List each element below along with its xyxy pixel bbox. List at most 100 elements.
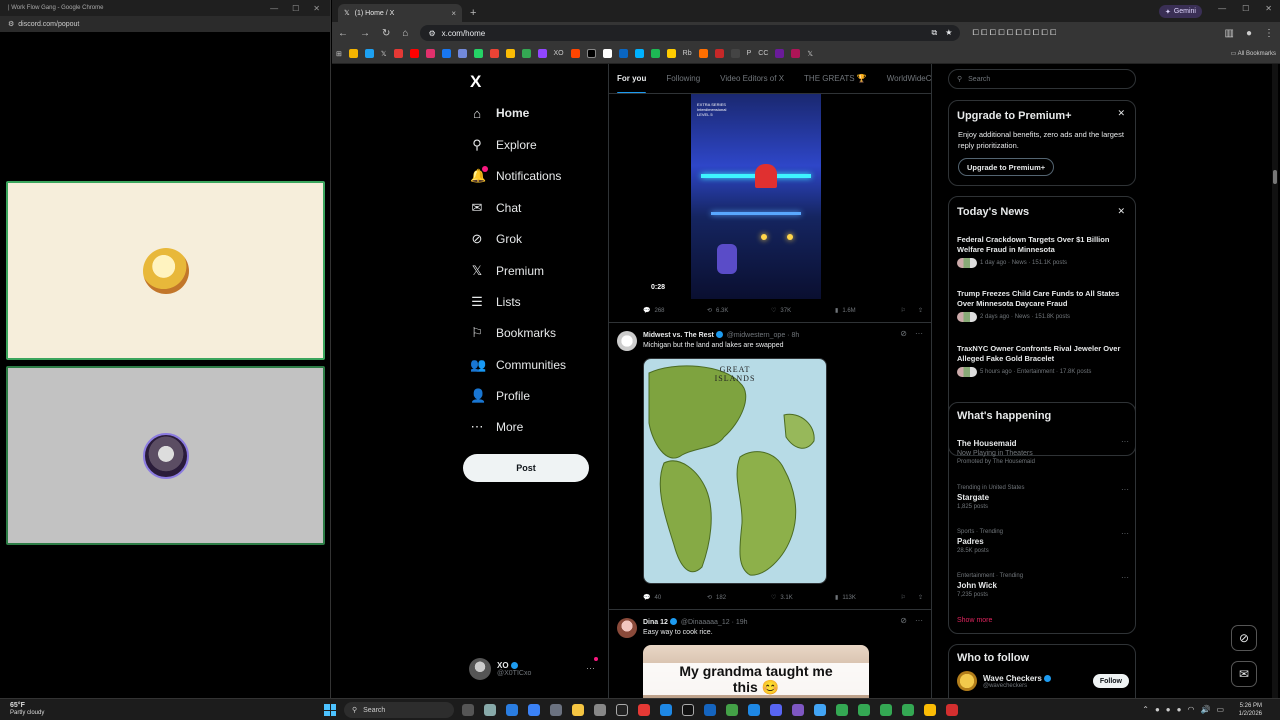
map-image[interactable]: GREAT ISLANDS (643, 358, 827, 584)
bookmark-icon[interactable] (791, 49, 801, 58)
twitch-icon[interactable] (537, 49, 547, 58)
share-icon[interactable]: ⇪ (918, 594, 923, 601)
maximize-button[interactable]: ☐ (1242, 4, 1249, 13)
tab-the-greats[interactable]: THE GREATS 🏆 (804, 74, 867, 83)
linkedin-icon[interactable] (618, 49, 628, 58)
apps-icon[interactable]: ⊞ (336, 50, 342, 58)
all-bookmarks[interactable]: ▭ All Bookmarks (1231, 50, 1276, 57)
video-tile-1[interactable] (6, 181, 325, 360)
repost-button[interactable]: ⟲ 182 (707, 594, 771, 602)
bookmark-x-icon[interactable]: 𝕏 (807, 50, 813, 58)
start-button[interactable] (324, 704, 336, 716)
taskbar-search[interactable]: ⚲ Search (344, 702, 454, 718)
gmail-icon[interactable] (489, 49, 499, 58)
bookmark-icon[interactable] (393, 49, 403, 58)
bookmark-icon[interactable] (775, 49, 785, 58)
app-icon[interactable] (814, 704, 826, 716)
bookmark-rb[interactable]: Rb (683, 50, 692, 57)
nav-lists[interactable]: ☰ Lists (470, 291, 521, 313)
trend-item[interactable]: The Housemaid Now Playing in Theaters Pr… (957, 437, 1129, 465)
bookmark-p[interactable]: P (747, 50, 752, 57)
app-tray-icon[interactable]: ● (1166, 705, 1171, 714)
messages-fab-icon[interactable]: ✉ (1231, 661, 1257, 687)
nav-communities[interactable]: 👥 Communities (470, 354, 566, 376)
minimize-button[interactable]: — (270, 4, 278, 13)
follow-button[interactable]: Follow (1092, 674, 1129, 688)
discord-icon[interactable] (457, 49, 467, 58)
bookmark-icon[interactable] (602, 49, 612, 58)
app-icon[interactable] (484, 704, 496, 716)
close-button[interactable]: ✕ (313, 4, 320, 13)
bookmark-icon[interactable]: ⚐ (901, 307, 906, 314)
chrome-icon[interactable] (858, 704, 870, 716)
chrome-icon[interactable] (836, 704, 848, 716)
app-icon[interactable] (506, 704, 518, 716)
app-icon[interactable] (594, 704, 606, 716)
clock[interactable]: 5:26 PM 1/2/2026 (1239, 702, 1262, 718)
install-icon[interactable]: ⧉ (932, 28, 938, 38)
news-item[interactable]: TraxNYC Owner Confronts Rival Jeweler Ov… (957, 344, 1129, 377)
trend-item[interactable]: Sports · Trending Padres 28.5K posts ··· (957, 529, 1129, 554)
weather-widget[interactable]: 65°F Partly cloudy (10, 702, 44, 717)
app-icon[interactable] (748, 704, 760, 716)
tweet-map[interactable]: Midwest vs. The Rest @midwestern_ope · 8… (609, 322, 931, 610)
new-tab-button[interactable]: + (470, 7, 476, 19)
tweet-rice[interactable]: Dina 12 @Dinaaaaa_12 · 19h ⊘ ··· Easy way… (609, 609, 931, 698)
nav-profile[interactable]: 👤 Profile (470, 385, 530, 407)
app-icon[interactable] (682, 704, 694, 716)
tab-x-home[interactable]: 𝕏 (1) Home / X × (338, 4, 462, 22)
bookmark-cc[interactable]: CC (758, 50, 768, 57)
author-name[interactable]: Dina 12 (643, 619, 668, 626)
follow-suggestion[interactable]: Wave Checkers @wavecheckers Follow (957, 671, 1129, 691)
close-icon[interactable]: ✕ (1117, 108, 1125, 119)
facebook-icon[interactable] (441, 49, 451, 58)
app-icon[interactable] (638, 704, 650, 716)
forward-icon[interactable]: → (360, 28, 370, 39)
like-button[interactable]: ♡ 37K (771, 307, 835, 315)
bookmark-icon[interactable] (698, 49, 708, 58)
spotify-icon[interactable] (650, 49, 660, 58)
wifi-icon[interactable]: ◠ (1187, 705, 1194, 714)
more-icon[interactable]: ··· (1121, 529, 1129, 538)
tab-for-you[interactable]: For you (617, 74, 647, 93)
bookmark-folder-icon[interactable] (348, 49, 358, 58)
app-icon[interactable] (616, 704, 628, 716)
repost-button[interactable]: ⟲ 6.3K (707, 307, 771, 315)
like-button[interactable]: ♡ 3.1K (771, 594, 835, 602)
task-view-icon[interactable] (462, 704, 474, 716)
more-icon[interactable]: ··· (1121, 437, 1129, 446)
discord-icon[interactable] (770, 704, 782, 716)
maximize-button[interactable]: ☐ (292, 4, 299, 13)
news-item[interactable]: Trump Freezes Child Care Funds to All St… (957, 289, 1129, 322)
site-info-icon[interactable]: ⚙ (428, 29, 435, 38)
app-icon[interactable] (726, 704, 738, 716)
avatar[interactable] (617, 618, 637, 638)
bookmark-icon[interactable] (634, 49, 644, 58)
reply-button[interactable]: 💬 40 (643, 594, 707, 602)
bookmark-icon[interactable] (714, 49, 724, 58)
grok-fab-icon[interactable]: ⊘ (1231, 625, 1257, 651)
close-icon[interactable]: ✕ (1117, 206, 1125, 217)
bookmark-icon[interactable] (521, 49, 531, 58)
close-button[interactable]: ✕ (1265, 4, 1272, 13)
more-icon[interactable]: ··· (1121, 573, 1129, 582)
views-button[interactable]: ▮ 113K (835, 594, 899, 602)
bookmark-x-icon[interactable]: 𝕏 (381, 50, 387, 58)
nav-home[interactable]: ⌂ Home (470, 102, 529, 124)
profile-avatar-icon[interactable]: ● (1246, 28, 1252, 39)
bookmark-icon[interactable] (505, 49, 515, 58)
upgrade-premium-button[interactable]: Upgrade to Premium+ (958, 158, 1055, 176)
tab-video-editors[interactable]: Video Editors of X (720, 74, 784, 83)
tiktok-icon[interactable] (586, 49, 596, 58)
author-name[interactable]: Midwest vs. The Rest (643, 332, 714, 339)
tab-worldwide[interactable]: WorldWideCa (887, 74, 931, 83)
post-button[interactable]: Post (463, 454, 589, 482)
app-tray-icon[interactable]: ● (1155, 705, 1160, 714)
account-switcher[interactable]: XO @X0TICxo ··· (469, 657, 598, 680)
more-icon[interactable]: ··· (1121, 485, 1129, 494)
chrome-icon[interactable] (902, 704, 914, 716)
x-logo-icon[interactable]: X (470, 72, 481, 92)
nav-bookmarks[interactable]: ⚐ Bookmarks (470, 322, 556, 344)
more-icon[interactable]: ··· (915, 616, 923, 625)
app-tray-icon[interactable]: ● (1177, 705, 1182, 714)
